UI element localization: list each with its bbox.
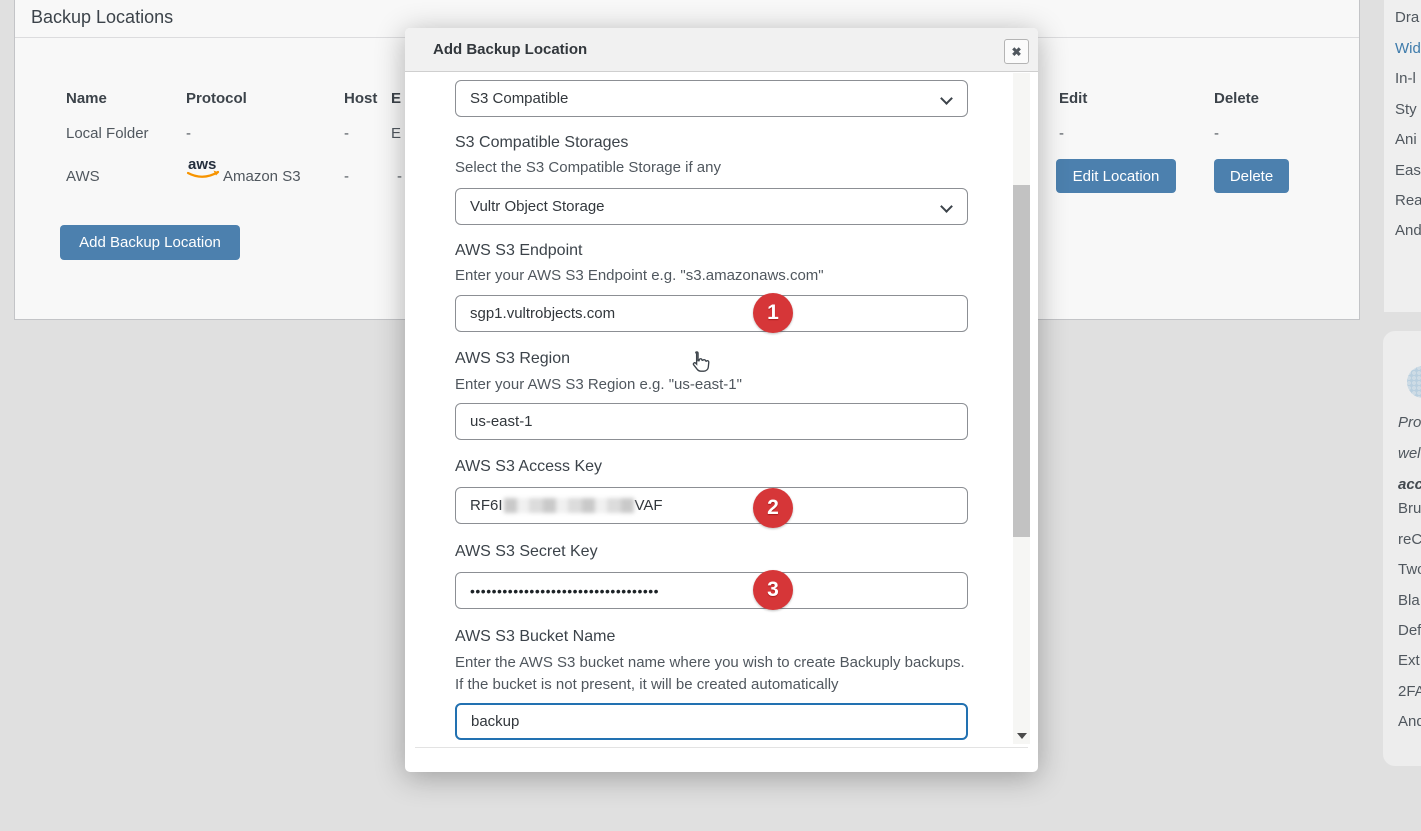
access-key-input[interactable]: RF6I VAF [455, 487, 968, 524]
sidebar-item-1: Dra [1395, 9, 1419, 26]
storage-select-value: Vultr Object Storage [470, 198, 605, 215]
scrollbar-down-button[interactable] [1013, 727, 1030, 744]
promo-item-4: Bla [1398, 592, 1420, 609]
promo-text-line3: acc [1398, 476, 1421, 493]
col-header-name: Name [66, 90, 107, 107]
row2-host: - [344, 168, 349, 185]
promo-item-8: And [1398, 713, 1421, 730]
protocol-select-value: S3 Compatible [470, 90, 568, 107]
col-header-protocol: Protocol [186, 90, 247, 107]
promo-badge-icon [1407, 366, 1421, 398]
col-header-partial: E [391, 90, 401, 107]
region-label: AWS S3 Region [455, 350, 570, 368]
storage-label: S3 Compatible Storages [455, 134, 628, 152]
aws-logo-icon: aws [186, 154, 222, 189]
region-input[interactable] [455, 403, 968, 440]
access-key-label: AWS S3 Access Key [455, 458, 602, 476]
close-icon[interactable]: ✖ [1004, 39, 1029, 64]
add-backup-location-modal: Add Backup Location ✖ S3 Compatible S3 C… [405, 28, 1038, 772]
col-header-edit: Edit [1059, 90, 1087, 107]
promo-item-1: Bru [1398, 500, 1421, 517]
row2-name: AWS [66, 168, 100, 185]
sidebar-features-card-top: Dra Wid In-l Sty Ani Eas Rea And [1384, 0, 1421, 312]
chevron-down-icon [940, 200, 953, 213]
promo-item-2: reC [1398, 531, 1421, 548]
row1-partial: E [391, 125, 401, 142]
col-header-host: Host [344, 90, 377, 107]
promo-item-3: Two [1398, 561, 1421, 578]
sidebar-item-7: Rea [1395, 192, 1421, 209]
modal-header: Add Backup Location ✖ [405, 28, 1038, 72]
row1-protocol: - [186, 125, 191, 142]
scrollbar-thumb[interactable] [1013, 185, 1030, 537]
row1-host: - [344, 125, 349, 142]
sidebar-item-4: Sty [1395, 101, 1417, 118]
svg-text:aws: aws [188, 156, 216, 173]
row2-extra: - [397, 168, 402, 185]
promo-item-5: Def [1398, 622, 1421, 639]
promo-item-7: 2FA [1398, 683, 1421, 700]
sidebar-item-6: Eas [1395, 162, 1421, 179]
step-badge-3: 3 [753, 570, 793, 610]
promo-text-line2: wel [1398, 445, 1421, 462]
bucket-desc: Enter the AWS S3 bucket name where you w… [455, 652, 970, 696]
scrollbar-track[interactable] [1013, 73, 1030, 744]
sidebar-item-5: Ani [1395, 131, 1417, 148]
sidebar-item-2-link[interactable]: Wid [1395, 40, 1421, 57]
endpoint-input[interactable] [455, 295, 968, 332]
add-backup-location-button[interactable]: Add Backup Location [60, 225, 240, 260]
bucket-label: AWS S3 Bucket Name [455, 628, 615, 646]
chevron-down-icon [940, 92, 953, 105]
footer-divider [415, 747, 1028, 748]
edit-location-button[interactable]: Edit Location [1056, 159, 1176, 193]
secret-key-input[interactable] [455, 572, 968, 609]
access-key-prefix: RF6I [470, 497, 503, 514]
region-desc: Enter your AWS S3 Region e.g. "us-east-1… [455, 376, 742, 393]
row1-edit: - [1059, 125, 1064, 142]
sidebar-promo-card: Pro wel acc Bru reC Two Bla Def Ext 2FA … [1383, 331, 1421, 766]
page-title: Backup Locations [31, 7, 173, 28]
redacted-blur [504, 498, 634, 513]
bucket-input[interactable] [455, 703, 968, 740]
storage-desc: Select the S3 Compatible Storage if any [455, 159, 721, 176]
access-key-suffix: VAF [635, 497, 663, 514]
promo-item-6: Ext [1398, 652, 1420, 669]
row2-protocol-label: Amazon S3 [223, 168, 301, 185]
protocol-select[interactable]: S3 Compatible [455, 80, 968, 117]
endpoint-desc: Enter your AWS S3 Endpoint e.g. "s3.amaz… [455, 267, 824, 284]
sidebar-item-8: And [1395, 222, 1421, 239]
delete-button[interactable]: Delete [1214, 159, 1289, 193]
sidebar-item-3: In-l [1395, 70, 1416, 87]
row1-name: Local Folder [66, 125, 149, 142]
step-badge-1: 1 [753, 293, 793, 333]
endpoint-label: AWS S3 Endpoint [455, 242, 582, 260]
storage-select[interactable]: Vultr Object Storage [455, 188, 968, 225]
col-header-delete: Delete [1214, 90, 1259, 107]
modal-title: Add Backup Location [433, 41, 587, 58]
row1-delete: - [1214, 125, 1219, 142]
secret-key-label: AWS S3 Secret Key [455, 543, 598, 561]
promo-text-line1: Pro [1398, 414, 1421, 431]
step-badge-2: 2 [753, 488, 793, 528]
